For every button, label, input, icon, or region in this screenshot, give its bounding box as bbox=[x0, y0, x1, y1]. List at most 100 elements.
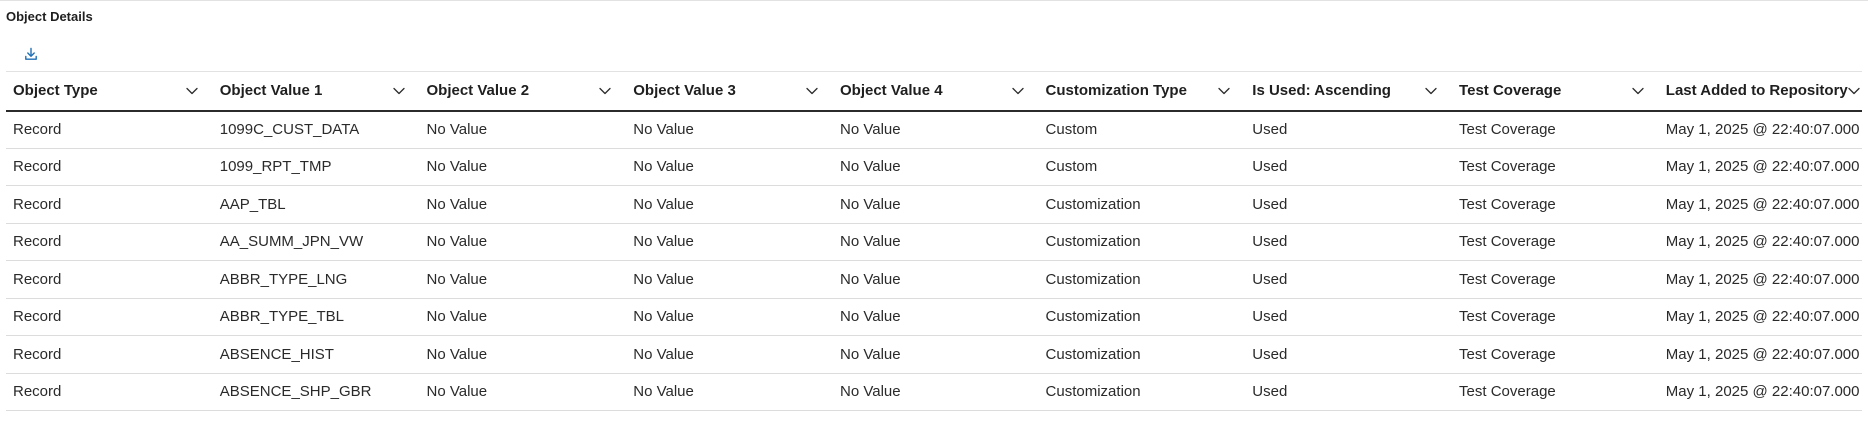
column-header-label: Object Value 2 bbox=[426, 82, 530, 100]
table-cell-object-value-1: ABSENCE_HIST bbox=[212, 335, 420, 374]
table-cell-test-coverage: Test Coverage bbox=[1452, 373, 1659, 411]
column-header-label: Is Used: Ascending bbox=[1252, 82, 1391, 100]
table-cell-test-coverage: Test Coverage bbox=[1452, 260, 1659, 299]
column-header-label: Customization Type bbox=[1045, 82, 1187, 100]
column-header-label: Object Value 1 bbox=[219, 82, 323, 100]
table-cell-customization-type: Customization bbox=[1038, 223, 1246, 261]
download-icon bbox=[25, 47, 37, 60]
column-header-test-coverage[interactable]: Test Coverage bbox=[1452, 71, 1659, 112]
table-cell-object-value-1: AAP_TBL bbox=[212, 185, 420, 224]
chevron-down-icon[interactable] bbox=[1848, 84, 1860, 98]
table-cell-test-coverage: Test Coverage bbox=[1452, 223, 1659, 261]
table-cell-object-value-2: No Value bbox=[419, 110, 627, 149]
column-header-inner: Object Value 4 bbox=[840, 82, 1039, 99]
object-details-table: Object Type Object Value 1 Object Value 2 O… bbox=[6, 71, 1862, 411]
column-header-label: Object Value 3 bbox=[633, 82, 736, 100]
chevron-down-icon[interactable] bbox=[185, 84, 199, 98]
column-header-object-value-2[interactable]: Object Value 2 bbox=[419, 71, 627, 112]
table-cell-object-value-1: ABBR_TYPE_LNG bbox=[212, 260, 420, 299]
chevron-down-icon[interactable] bbox=[1217, 84, 1231, 98]
table-row[interactable]: Record ABSENCE_HIST No Value No Value No Val… bbox=[6, 335, 1862, 374]
table-cell-object-value-4: No Value bbox=[833, 373, 1039, 411]
table-cell-is-used: Used bbox=[1245, 148, 1453, 186]
table-cell-object-value-3: No Value bbox=[626, 110, 833, 149]
toolbar bbox=[20, 43, 42, 65]
table-cell-object-value-1: AA_SUMM_JPN_VW bbox=[212, 223, 420, 261]
table-cell-object-value-3: No Value bbox=[626, 373, 833, 411]
table-cell-is-used: Used bbox=[1245, 223, 1453, 261]
column-header-inner: Is Used: Ascending bbox=[1252, 82, 1452, 99]
table-row[interactable]: Record ABBR_TYPE_TBL No Value No Value No Va… bbox=[6, 298, 1862, 336]
table-cell-customization-type: Custom bbox=[1038, 148, 1246, 186]
column-header-is-used[interactable]: Is Used: Ascending bbox=[1245, 71, 1453, 112]
column-header-object-type[interactable]: Object Type bbox=[6, 71, 213, 112]
table-cell-object-value-3: No Value bbox=[626, 223, 833, 261]
table-row[interactable]: Record AAP_TBL No Value No Value No Value Cus… bbox=[6, 185, 1862, 224]
table-cell-object-value-2: No Value bbox=[419, 335, 627, 374]
table-cell-object-value-3: No Value bbox=[626, 298, 833, 336]
table-row[interactable]: Record 1099_RPT_TMP No Value No Value No Val… bbox=[6, 148, 1862, 186]
chevron-down-icon[interactable] bbox=[392, 84, 406, 98]
table-row[interactable]: Record AA_SUMM_JPN_VW No Value No Value No V… bbox=[6, 223, 1862, 261]
column-header-label: Last Added to Repository bbox=[1665, 82, 1848, 100]
table-cell-customization-type: Customization bbox=[1038, 373, 1246, 411]
table-cell-is-used: Used bbox=[1245, 185, 1453, 224]
column-header-inner: Object Value 3 bbox=[633, 82, 833, 99]
chevron-down-icon[interactable] bbox=[805, 84, 819, 98]
table-cell-test-coverage: Test Coverage bbox=[1452, 298, 1659, 336]
table-cell-is-used: Used bbox=[1245, 373, 1453, 411]
column-header-label: Test Coverage bbox=[1459, 82, 1562, 100]
table-row[interactable]: Record ABSENCE_SHP_GBR No Value No Value No … bbox=[6, 373, 1862, 411]
table-body: Record 1099C_CUST_DATA No Value No Value No … bbox=[6, 110, 1862, 411]
table-cell-object-type: Record bbox=[6, 223, 213, 261]
table-cell-object-value-2: No Value bbox=[419, 185, 627, 224]
column-header-object-value-1[interactable]: Object Value 1 bbox=[212, 71, 420, 112]
table-cell-last-added: May 1, 2025 @ 22:40:07.000 bbox=[1658, 298, 1862, 336]
table-cell-last-added: May 1, 2025 @ 22:40:07.000 bbox=[1658, 185, 1862, 224]
table-cell-is-used: Used bbox=[1245, 298, 1453, 336]
table-cell-test-coverage: Test Coverage bbox=[1452, 110, 1659, 149]
table-cell-object-type: Record bbox=[6, 110, 213, 149]
table-cell-object-value-4: No Value bbox=[833, 335, 1039, 374]
table-cell-is-used: Used bbox=[1245, 335, 1453, 374]
chevron-down-icon[interactable] bbox=[1011, 84, 1025, 98]
chevron-down-icon[interactable] bbox=[1631, 84, 1645, 98]
column-header-object-value-3[interactable]: Object Value 3 bbox=[626, 71, 833, 112]
table-cell-object-type: Record bbox=[6, 298, 213, 336]
column-header-last-added[interactable]: Last Added to Repository bbox=[1658, 71, 1862, 112]
column-header-inner: Object Type bbox=[13, 82, 213, 99]
table-cell-last-added: May 1, 2025 @ 22:40:07.000 bbox=[1658, 110, 1862, 149]
download-button[interactable] bbox=[20, 43, 42, 65]
table-cell-object-value-3: No Value bbox=[626, 260, 833, 299]
table-cell-last-added: May 1, 2025 @ 22:40:07.000 bbox=[1658, 223, 1862, 261]
table-cell-object-type: Record bbox=[6, 185, 213, 224]
table-header-row: Object Type Object Value 1 Object Value 2 O… bbox=[6, 71, 1862, 112]
table-cell-object-value-3: No Value bbox=[626, 148, 833, 186]
column-header-object-value-4[interactable]: Object Value 4 bbox=[833, 71, 1039, 112]
table-cell-object-value-4: No Value bbox=[833, 185, 1039, 224]
table-cell-object-value-4: No Value bbox=[833, 260, 1039, 299]
object-details-panel: Object Details Object Type Object Value 1… bbox=[0, 0, 1868, 423]
table-cell-object-value-2: No Value bbox=[419, 148, 627, 186]
chevron-down-icon[interactable] bbox=[1424, 84, 1438, 98]
table-cell-object-value-1: ABSENCE_SHP_GBR bbox=[212, 373, 420, 411]
table-cell-object-value-2: No Value bbox=[419, 298, 627, 336]
column-header-inner: Object Value 1 bbox=[220, 82, 420, 99]
table-cell-customization-type: Customization bbox=[1038, 298, 1246, 336]
table-cell-object-value-1: ABBR_TYPE_TBL bbox=[212, 298, 420, 336]
table-cell-test-coverage: Test Coverage bbox=[1452, 148, 1659, 186]
table-cell-object-value-1: 1099C_CUST_DATA bbox=[212, 110, 420, 149]
table-cell-last-added: May 1, 2025 @ 22:40:07.000 bbox=[1658, 260, 1862, 299]
table-cell-customization-type: Customization bbox=[1038, 335, 1246, 374]
table-cell-last-added: May 1, 2025 @ 22:40:07.000 bbox=[1658, 335, 1862, 374]
table-row[interactable]: Record 1099C_CUST_DATA No Value No Value No … bbox=[6, 110, 1862, 149]
column-header-customization-type[interactable]: Customization Type bbox=[1038, 71, 1246, 112]
table-cell-object-value-3: No Value bbox=[626, 335, 833, 374]
table-row[interactable]: Record ABBR_TYPE_LNG No Value No Value No Va… bbox=[6, 260, 1862, 299]
panel-title: Object Details bbox=[6, 9, 93, 24]
table-cell-object-type: Record bbox=[6, 335, 213, 374]
table-cell-is-used: Used bbox=[1245, 110, 1453, 149]
chevron-down-icon[interactable] bbox=[598, 84, 612, 98]
column-header-inner: Customization Type bbox=[1046, 82, 1246, 99]
table-cell-object-value-1: 1099_RPT_TMP bbox=[212, 148, 420, 186]
